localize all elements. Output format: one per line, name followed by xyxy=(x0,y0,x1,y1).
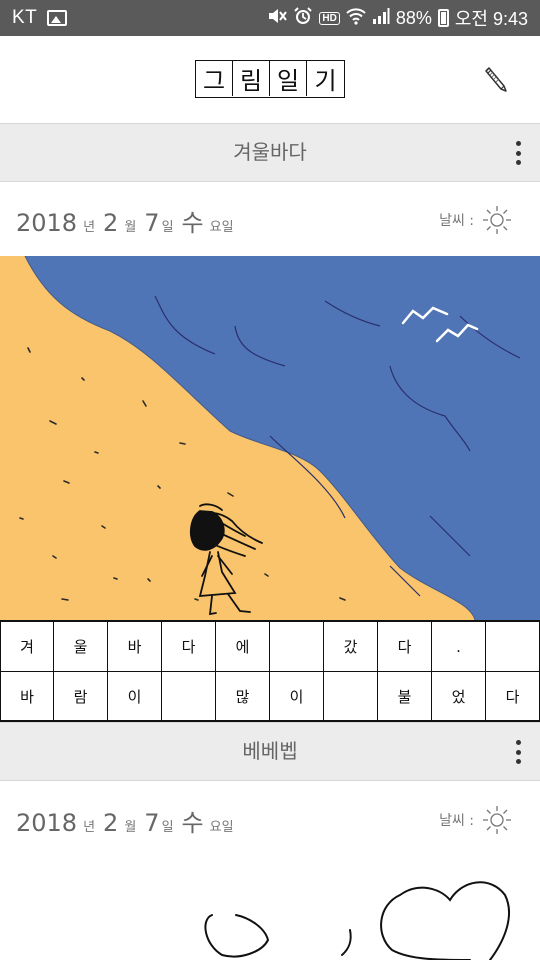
grid-row: 바 람 이 많 이 불 었 다 xyxy=(0,671,540,721)
app-title-char: 일 xyxy=(270,61,307,96)
weather: 날씨 : xyxy=(439,205,512,235)
grid-cell: 불 xyxy=(378,672,432,721)
grid-cell: 다 xyxy=(162,622,216,671)
weather-label: 날씨 : xyxy=(439,213,474,229)
grid-cell: . xyxy=(432,622,486,671)
grid-cell xyxy=(270,622,324,671)
grid-cell: 었 xyxy=(432,672,486,721)
grid-cell: 바 xyxy=(0,672,54,721)
grid-cell: 울 xyxy=(54,622,108,671)
wifi-icon xyxy=(346,7,366,30)
date-weekday-unit: 요일 xyxy=(209,820,234,835)
more-vert-icon[interactable] xyxy=(508,138,528,168)
date-weekday-unit: 요일 xyxy=(209,220,234,235)
entry-date: 2018 년 2 월 7 일 수 요일 xyxy=(16,183,242,255)
date-year: 2018 xyxy=(16,809,78,837)
battery-icon xyxy=(437,9,449,27)
entry-title: 베베벱 xyxy=(242,739,298,763)
date-weekday: 수 xyxy=(181,809,204,837)
date-month-unit: 월 xyxy=(124,220,137,235)
app-title: 그 림 일 기 xyxy=(195,60,345,98)
grid-cell: 람 xyxy=(54,672,108,721)
date-month-unit: 월 xyxy=(124,820,137,835)
grid-cell xyxy=(162,672,216,721)
grid-cell xyxy=(486,622,540,671)
grid-cell: 많 xyxy=(216,672,270,721)
date-year-unit: 년 xyxy=(83,220,96,235)
grid-cell: 에 xyxy=(216,622,270,671)
diary-drawing[interactable] xyxy=(0,256,540,620)
entry-date-row: 2018 년 2 월 7 일 수 요일 날씨 : xyxy=(0,183,540,255)
weather: 날씨 : xyxy=(439,805,512,835)
diary-text-grid[interactable]: 겨 울 바 다 에 갔 다 . 바 람 이 많 이 불 었 다 xyxy=(0,620,540,722)
more-vert-icon[interactable] xyxy=(508,737,528,767)
date-day: 7 xyxy=(144,809,160,837)
grid-cell: 이 xyxy=(270,672,324,721)
date-month: 2 xyxy=(103,209,119,237)
entry-date-row: 2018 년 2 월 7 일 수 요일 날씨 : xyxy=(0,783,540,855)
signal-icon xyxy=(372,7,390,30)
app-title-char: 기 xyxy=(314,67,337,95)
sun-icon xyxy=(483,806,511,834)
pencil-icon xyxy=(485,67,507,92)
doodle-left xyxy=(204,914,270,958)
grid-row: 겨 울 바 다 에 갔 다 . xyxy=(0,622,540,671)
battery-percent: 88% xyxy=(395,7,432,28)
sun-icon xyxy=(483,206,511,234)
date-day-unit: 일 xyxy=(161,220,174,235)
grid-cell: 바 xyxy=(108,622,162,671)
status-bar: KT HD 88% 오전 9:43 xyxy=(0,0,540,36)
diary-drawing[interactable] xyxy=(0,860,540,960)
mute-icon xyxy=(267,7,288,30)
alarm-icon xyxy=(293,6,313,31)
grid-cell: 다 xyxy=(378,622,432,671)
clock: 오전 9:43 xyxy=(454,9,528,29)
entry-title: 겨울바다 xyxy=(233,140,307,164)
date-year: 2018 xyxy=(16,209,78,237)
status-icons: HD 88% 오전 9:43 xyxy=(267,5,528,31)
grid-cell: 겨 xyxy=(0,622,54,671)
new-entry-button[interactable] xyxy=(476,60,516,100)
weather-label: 날씨 : xyxy=(439,813,474,829)
app-bar: 그 림 일 기 xyxy=(0,36,540,123)
entry-date: 2018 년 2 월 7 일 수 요일 xyxy=(16,783,242,855)
doodle-heart xyxy=(380,881,510,960)
grid-cell: 이 xyxy=(108,672,162,721)
date-month: 2 xyxy=(103,809,119,837)
image-icon xyxy=(47,10,68,26)
grid-cell: 다 xyxy=(486,672,540,721)
date-weekday: 수 xyxy=(181,209,204,237)
hd-icon: HD xyxy=(319,11,340,25)
date-day: 7 xyxy=(144,209,160,237)
app-title-char: 림 xyxy=(233,61,270,96)
carrier-label: KT xyxy=(12,7,38,28)
app-title-char: 그 xyxy=(196,61,233,96)
entry-header[interactable]: 겨울바다 xyxy=(0,123,540,182)
doodle-mark xyxy=(341,929,352,956)
grid-cell: 갔 xyxy=(324,622,378,671)
grid-cell xyxy=(324,672,378,721)
date-year-unit: 년 xyxy=(83,820,96,835)
entry-header[interactable]: 베베벱 xyxy=(0,722,540,781)
date-day-unit: 일 xyxy=(161,820,174,835)
